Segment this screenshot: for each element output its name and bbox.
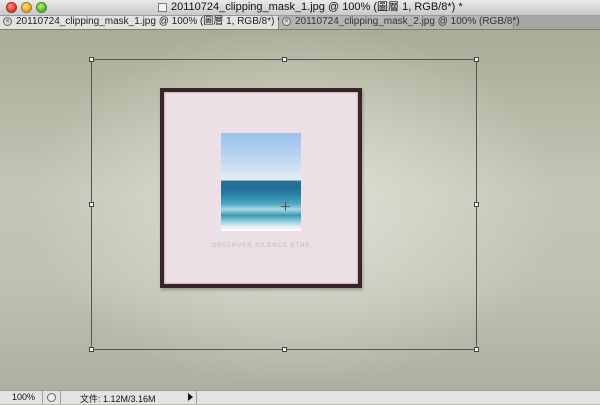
tab-label: 20110724_clipping_mask_1.jpg @ 100% (圖層 … bbox=[16, 16, 282, 27]
transform-handle-bottom[interactable] bbox=[282, 347, 287, 352]
tab-clipping-mask-2[interactable]: × 20110724_clipping_mask_2.jpg @ 100% (R… bbox=[279, 16, 520, 29]
transform-handle-bottom-left[interactable] bbox=[89, 347, 94, 352]
transform-handle-top[interactable] bbox=[282, 57, 287, 62]
window-title: 20110724_clipping_mask_1.jpg @ 100% (圖層 … bbox=[171, 1, 463, 13]
transform-handle-right[interactable] bbox=[474, 202, 479, 207]
transform-handle-top-right[interactable] bbox=[474, 57, 479, 62]
status-divider bbox=[42, 391, 43, 404]
close-icon[interactable]: × bbox=[3, 17, 12, 26]
document-size-info: 文件: 1.12M/3.16M bbox=[80, 394, 156, 404]
document-tab-bar: × 20110724_clipping_mask_1.jpg @ 100% (圖… bbox=[0, 16, 600, 30]
window-close-button[interactable] bbox=[6, 2, 17, 13]
status-bar: 100% 文件: 1.12M/3.16M bbox=[0, 390, 600, 404]
window-minimize-button[interactable] bbox=[21, 2, 32, 13]
zoom-level-field[interactable]: 100% bbox=[12, 392, 35, 402]
transform-handle-top-left[interactable] bbox=[89, 57, 94, 62]
status-circle-icon[interactable] bbox=[47, 393, 56, 402]
document-icon bbox=[158, 3, 167, 12]
document-canvas[interactable]: OBSERVER SILENCE ETRE bbox=[0, 30, 600, 390]
window-zoom-button[interactable] bbox=[36, 2, 47, 13]
title-bar: 20110724_clipping_mask_1.jpg @ 100% (圖層 … bbox=[0, 0, 600, 16]
transform-handle-bottom-right[interactable] bbox=[474, 347, 479, 352]
status-divider bbox=[196, 391, 197, 404]
tab-label: 20110724_clipping_mask_2.jpg @ 100% (RGB… bbox=[295, 16, 520, 27]
transform-bounding-box[interactable] bbox=[91, 59, 477, 350]
status-divider bbox=[60, 391, 61, 404]
triangle-right-icon[interactable] bbox=[188, 393, 193, 401]
transform-handle-left[interactable] bbox=[89, 202, 94, 207]
close-icon[interactable]: × bbox=[282, 17, 291, 26]
tab-clipping-mask-1[interactable]: × 20110724_clipping_mask_1.jpg @ 100% (圖… bbox=[0, 16, 282, 29]
